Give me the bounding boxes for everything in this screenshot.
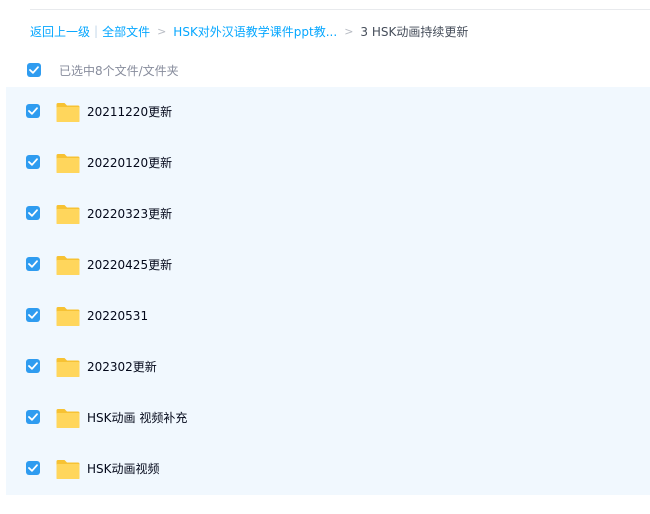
breadcrumb: 返回上一级 | 全部文件 > HSK对外汉语教学课件ppt教... > 3 HS… [30,22,468,40]
row-checkbox[interactable] [26,206,40,220]
file-row[interactable]: 20220120更新 [6,138,650,189]
row-checkbox[interactable] [26,257,40,271]
check-icon [28,311,38,319]
file-name[interactable]: HSK动画 视频补充 [87,410,187,426]
row-checkbox[interactable] [26,308,40,322]
breadcrumb-separator: > [157,24,167,38]
row-checkbox[interactable] [26,104,40,118]
row-checkbox[interactable] [26,410,40,424]
file-row[interactable]: 202302更新 [6,342,650,393]
folder-icon [56,409,80,428]
file-row[interactable]: 20220323更新 [6,189,650,240]
breadcrumb-all-files[interactable]: 全部文件 [102,23,150,40]
folder-icon [56,358,80,377]
file-name[interactable]: 20220323更新 [87,206,172,222]
check-icon [28,107,38,115]
folder-icon [56,307,80,326]
file-row[interactable]: 20211220更新 [6,87,650,138]
file-name[interactable]: 20220531 [87,308,148,324]
file-name[interactable]: 20211220更新 [87,104,172,120]
folder-icon [56,256,80,275]
folder-icon [56,154,80,173]
file-row[interactable]: HSK动画视频 [6,444,650,495]
select-all-checkbox[interactable] [27,63,41,77]
row-checkbox[interactable] [26,359,40,373]
breadcrumb-current-folder: 3 HSK动画持续更新 [360,24,469,39]
check-icon [28,413,38,421]
check-icon [28,158,38,166]
file-name[interactable]: HSK动画视频 [87,461,160,477]
breadcrumb-parent-folder[interactable]: HSK对外汉语教学课件ppt教... [173,23,337,40]
top-divider [30,9,650,10]
folder-icon [56,103,80,122]
selection-count-text: 已选中8个文件/文件夹 [59,63,179,78]
selection-bar: 已选中8个文件/文件夹 [27,60,179,80]
row-checkbox[interactable] [26,461,40,475]
check-icon [28,209,38,217]
file-name[interactable]: 20220425更新 [87,257,172,273]
file-list: 20211220更新 20220120更新 20220323更新 20220425更新… [6,87,650,495]
folder-icon [56,460,80,479]
check-icon [28,362,38,370]
back-link[interactable]: 返回上一级 [30,23,90,40]
folder-icon [56,205,80,224]
breadcrumb-divider: | [94,24,99,38]
check-icon [28,464,38,472]
file-row[interactable]: HSK动画 视频补充 [6,393,650,444]
file-name[interactable]: 20220120更新 [87,155,172,171]
file-name[interactable]: 202302更新 [87,359,157,375]
file-row[interactable]: 20220531 [6,291,650,342]
check-icon [28,260,38,268]
file-row[interactable]: 20220425更新 [6,240,650,291]
breadcrumb-separator: > [344,24,354,38]
file-browser: 返回上一级 | 全部文件 > HSK对外汉语教学课件ppt教... > 3 HS… [0,0,650,514]
row-checkbox[interactable] [26,155,40,169]
check-icon [29,66,39,74]
